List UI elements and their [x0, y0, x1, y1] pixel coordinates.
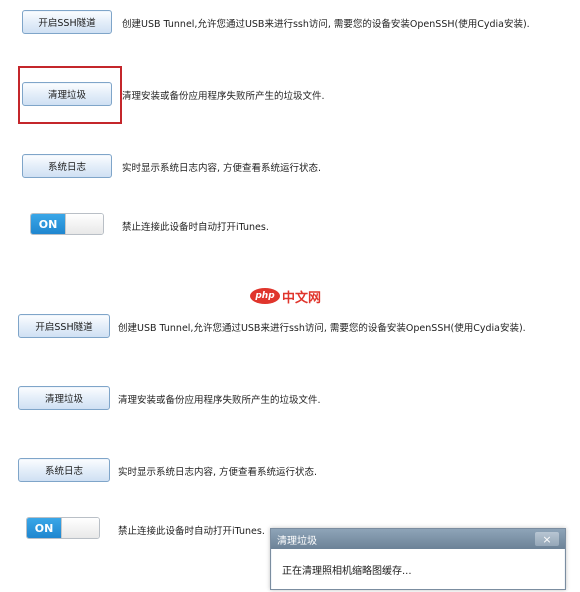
dialog-message: 正在清理照相机缩略图缓存... — [272, 549, 564, 589]
toggle-knob — [65, 214, 103, 234]
open-ssh-tunnel-label: 开启SSH隧道 — [38, 18, 96, 29]
toggle-on-label: ON — [31, 214, 65, 234]
system-log-button[interactable]: 系统日志 — [18, 458, 110, 482]
clean-junk-button[interactable]: 清理垃圾 — [18, 386, 110, 410]
itunes-autoopen-toggle[interactable]: ON — [26, 517, 100, 539]
ssh-tunnel-description: 创建USB Tunnel,允许您通过USB来进行ssh访问, 需要您的设备安装O… — [118, 323, 526, 334]
dialog-title: 清理垃圾 — [277, 535, 317, 547]
red-highlight-box — [18, 66, 122, 124]
toggle-on-label: ON — [27, 518, 61, 538]
system-log-label: 系统日志 — [47, 162, 86, 173]
clean-junk-label: 清理垃圾 — [44, 394, 83, 405]
itunes-toggle-description: 禁止连接此设备时自动打开iTunes. — [122, 222, 269, 233]
itunes-toggle-description: 禁止连接此设备时自动打开iTunes. — [118, 526, 265, 537]
clean-junk-description: 清理安装或备份应用程序失败所产生的垃圾文件. — [118, 395, 321, 406]
close-icon[interactable]: × — [535, 532, 559, 546]
clean-junk-dialog: 清理垃圾 × 正在清理照相机缩略图缓存... — [270, 528, 566, 590]
tools-panel-top: 开启SSH隧道 创建USB Tunnel,允许您通过USB来进行ssh访问, 需… — [0, 0, 580, 286]
clean-junk-description: 清理安装或备份应用程序失败所产生的垃圾文件. — [122, 91, 325, 102]
toggle-knob — [61, 518, 99, 538]
itunes-autoopen-toggle[interactable]: ON — [30, 213, 104, 235]
system-log-description: 实时显示系统日志内容, 方便查看系统运行状态. — [118, 467, 318, 478]
open-ssh-tunnel-label: 开启SSH隧道 — [35, 322, 93, 333]
system-log-button[interactable]: 系统日志 — [22, 154, 112, 178]
ssh-tunnel-description: 创建USB Tunnel,允许您通过USB来进行ssh访问, 需要您的设备安装O… — [122, 19, 530, 30]
open-ssh-tunnel-button[interactable]: 开启SSH隧道 — [22, 10, 112, 34]
open-ssh-tunnel-button[interactable]: 开启SSH隧道 — [18, 314, 110, 338]
system-log-label: 系统日志 — [44, 466, 83, 477]
system-log-description: 实时显示系统日志内容, 方便查看系统运行状态. — [122, 163, 322, 174]
dialog-title-bar: 清理垃圾 × — [271, 529, 565, 549]
